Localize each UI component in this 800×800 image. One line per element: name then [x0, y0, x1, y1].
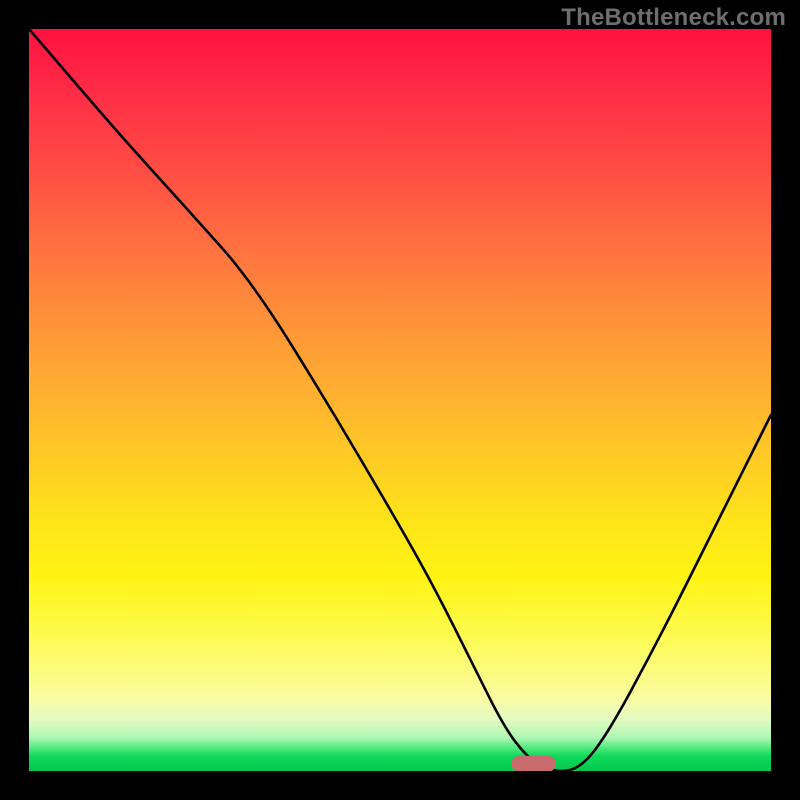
chart-stage: TheBottleneck.com — [0, 0, 800, 800]
plot-area — [29, 29, 771, 771]
watermark-text: TheBottleneck.com — [561, 4, 786, 32]
plot-svg — [29, 29, 771, 771]
optimum-marker — [511, 756, 556, 771]
bottleneck-curve — [29, 29, 771, 771]
